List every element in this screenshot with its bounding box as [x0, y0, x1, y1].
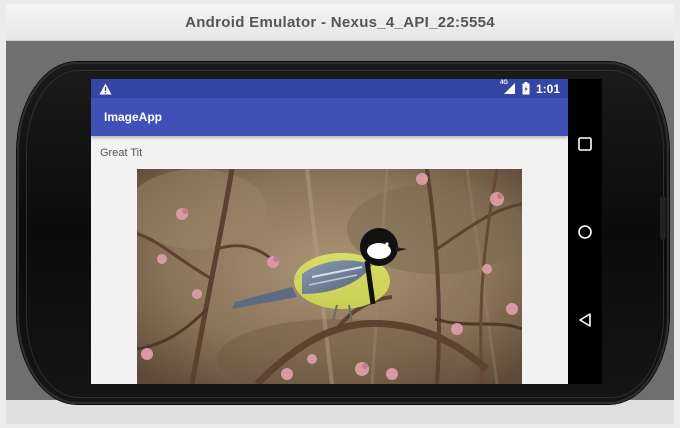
window-titlebar[interactable]: Android Emulator - Nexus_4_API_22:5554: [6, 4, 674, 41]
signal-group: 4G: [500, 80, 516, 95]
great-tit-photo[interactable]: [137, 169, 522, 384]
status-bar: 4G 1:01: [91, 79, 568, 98]
circle-home-icon[interactable]: [577, 224, 593, 240]
phone-side-button: [660, 196, 666, 240]
device-screen[interactable]: 4G 1:01 ImageApp Great Tit: [91, 79, 568, 384]
status-time: 1:01: [535, 81, 560, 96]
status-right-group: 4G 1:01: [500, 80, 560, 96]
emulator-window: Android Emulator - Nexus_4_API_22:5554 4…: [0, 0, 680, 428]
signal-icon: [503, 83, 515, 94]
image-title: Great Tit: [100, 147, 143, 159]
app-toolbar: ImageApp: [91, 98, 568, 136]
square-recents-icon[interactable]: [577, 136, 593, 152]
app-title: ImageApp: [104, 110, 163, 124]
window-title: Android Emulator - Nexus_4_API_22:5554: [185, 13, 495, 31]
warning-icon: [99, 83, 112, 95]
navigation-bar: [568, 79, 602, 384]
battery-icon: [522, 82, 530, 95]
triangle-back-icon[interactable]: [577, 312, 593, 328]
